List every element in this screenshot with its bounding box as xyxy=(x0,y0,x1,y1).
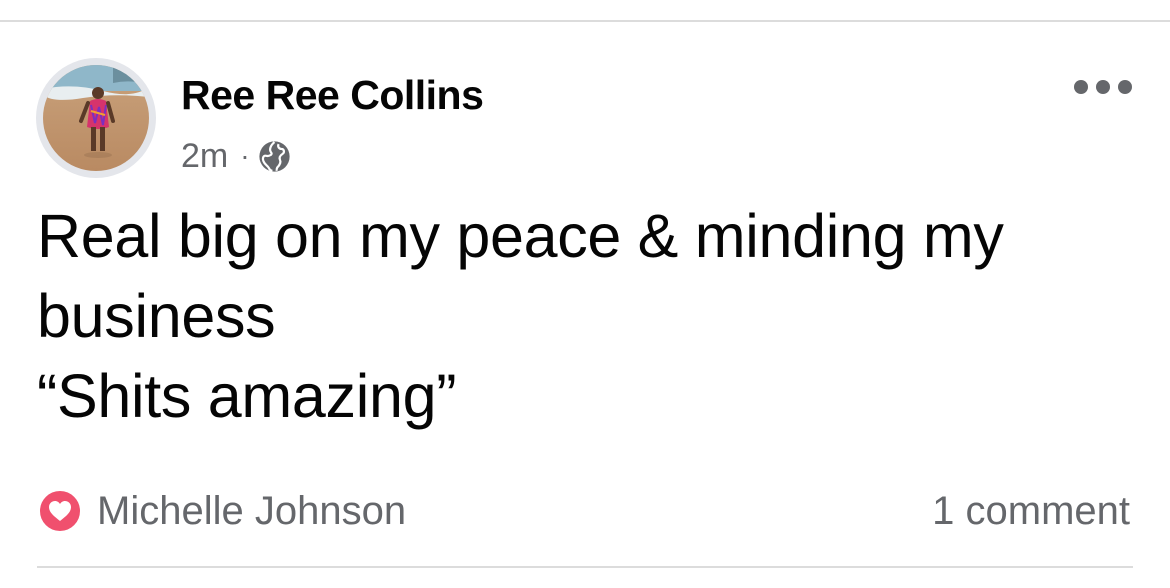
post-text-line: Real big on my peace & minding my xyxy=(37,202,1004,270)
comment-count-link[interactable]: 1 comment xyxy=(932,486,1130,536)
author-name[interactable]: Ree Ree Collins xyxy=(181,72,484,119)
avatar-photo xyxy=(43,65,149,171)
reactions-summary[interactable]: Michelle Johnson xyxy=(37,486,406,536)
more-dot xyxy=(1118,80,1132,94)
globe-icon[interactable] xyxy=(258,140,291,173)
more-options-icon[interactable] xyxy=(1074,76,1132,98)
more-dot xyxy=(1074,80,1088,94)
heart-reaction-icon xyxy=(37,488,83,534)
top-divider xyxy=(0,20,1170,22)
reactor-name: Michelle Johnson xyxy=(97,488,407,533)
post-meta: 2m · xyxy=(181,135,291,177)
post-text-line: business xyxy=(37,282,276,350)
meta-separator: · xyxy=(240,140,250,171)
bottom-divider xyxy=(37,566,1133,568)
heart-icon xyxy=(49,501,71,521)
post-text-line: “Shits amazing” xyxy=(37,362,457,430)
more-dot xyxy=(1096,80,1110,94)
post-text: Real big on my peace & minding my busine… xyxy=(37,196,1147,436)
author-avatar[interactable] xyxy=(36,58,156,178)
post-timestamp[interactable]: 2m xyxy=(181,137,228,176)
